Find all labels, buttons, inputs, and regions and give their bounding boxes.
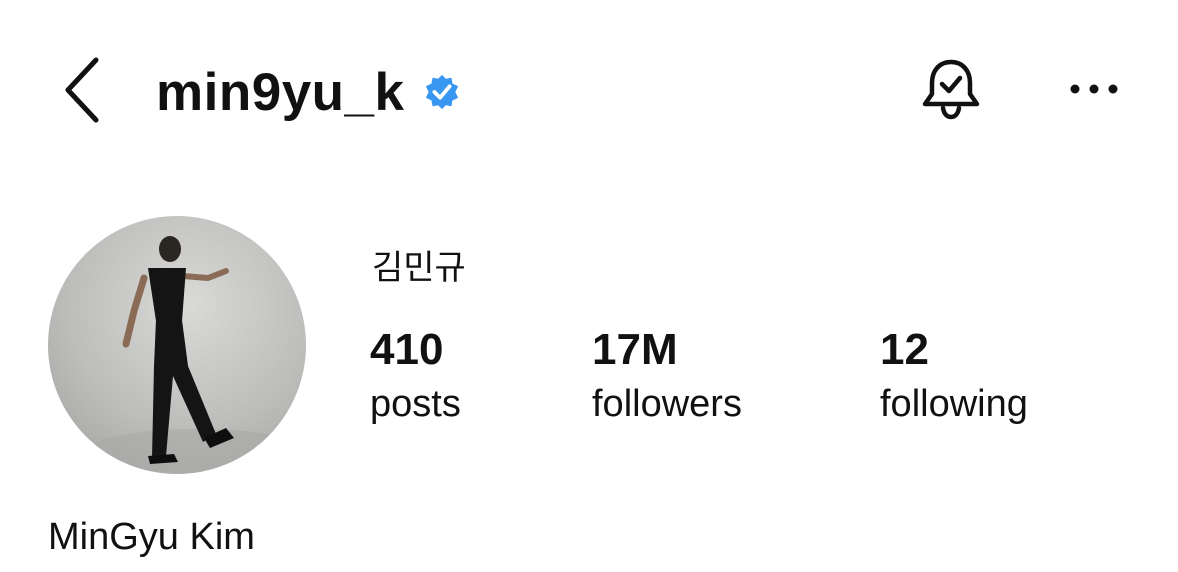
- notifications-button[interactable]: [917, 56, 985, 124]
- more-horizontal-icon: [1070, 84, 1118, 94]
- following-label: following: [880, 383, 1028, 425]
- back-button[interactable]: [58, 50, 108, 130]
- avatar[interactable]: [48, 216, 306, 474]
- chevron-left-icon: [65, 57, 99, 123]
- verified-badge-icon: [425, 74, 458, 110]
- username-row: min9yu_k: [156, 56, 461, 128]
- display-name: 김민규: [372, 248, 466, 288]
- followers-stat[interactable]: 17M followers: [592, 322, 742, 430]
- followers-label: followers: [592, 383, 742, 425]
- following-count: 12: [880, 325, 929, 374]
- bell-check-icon: [922, 59, 980, 120]
- followers-count: 17M: [592, 325, 678, 374]
- posts-count: 410: [370, 325, 444, 374]
- username: min9yu_k: [156, 62, 405, 122]
- more-options-button[interactable]: [1066, 72, 1122, 106]
- following-stat[interactable]: 12 following: [880, 322, 1028, 430]
- profile-photo: [88, 236, 306, 473]
- profile-header: min9yu_k: [0, 0, 1178, 180]
- full-name: MinGyu Kim: [48, 516, 255, 558]
- posts-label: posts: [370, 383, 461, 425]
- posts-stat[interactable]: 410 posts: [370, 322, 461, 430]
